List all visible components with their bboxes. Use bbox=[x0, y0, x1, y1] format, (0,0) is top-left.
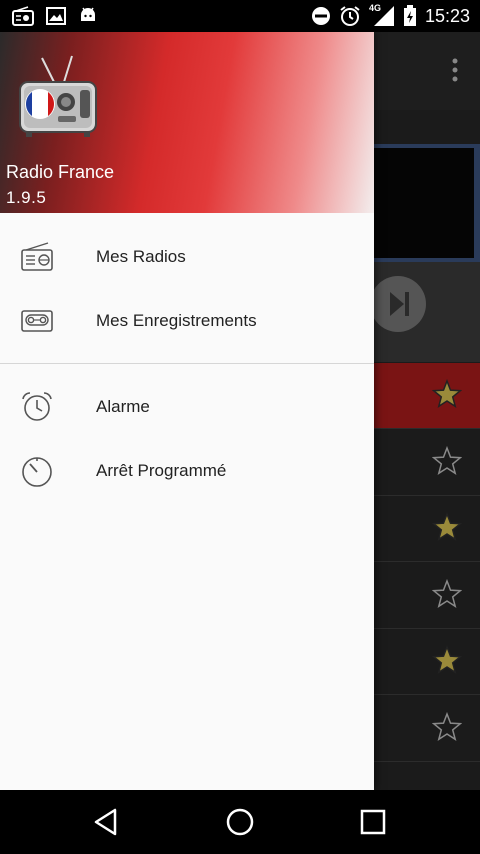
background-toolbar bbox=[374, 32, 480, 110]
star-outline-icon[interactable] bbox=[432, 711, 462, 742]
battery-charging-icon bbox=[403, 5, 416, 26]
menu-label: Alarme bbox=[96, 397, 150, 416]
overflow-menu-icon[interactable] bbox=[452, 58, 458, 82]
star-filled-icon[interactable] bbox=[432, 379, 462, 409]
station-banner bbox=[374, 144, 480, 262]
timer-icon bbox=[22, 457, 52, 487]
star-outline-icon[interactable] bbox=[432, 445, 462, 476]
drawer-header: Radio France 1.9.5 bbox=[0, 32, 374, 213]
radio-icon bbox=[12, 6, 34, 26]
menu-item-alarme[interactable]: Alarme bbox=[0, 375, 374, 439]
home-icon[interactable] bbox=[224, 806, 256, 838]
cassette-icon bbox=[21, 310, 53, 332]
alarm-clock-icon bbox=[22, 392, 52, 421]
back-icon[interactable] bbox=[91, 806, 123, 838]
menu-label: Arrêt Programmé bbox=[96, 461, 227, 480]
play-next-icon bbox=[390, 292, 409, 316]
network-type-label: 4G bbox=[368, 3, 381, 13]
alarm-icon bbox=[340, 6, 360, 26]
menu-item-mes-radios[interactable]: Mes Radios bbox=[0, 225, 374, 289]
star-filled-icon[interactable] bbox=[432, 645, 462, 675]
star-outline-icon[interactable] bbox=[432, 578, 462, 609]
station-row[interactable] bbox=[374, 363, 480, 429]
notification-icons bbox=[12, 6, 98, 26]
status-bar: 4G 15:23 bbox=[0, 0, 480, 32]
menu-label: Mes Radios bbox=[96, 247, 186, 266]
play-pause-button[interactable] bbox=[374, 276, 426, 332]
app-version: 1.9.5 bbox=[6, 188, 47, 207]
navigation-drawer: Radio France 1.9.5 Mes Radios Mes Enregi… bbox=[0, 32, 374, 790]
station-row[interactable] bbox=[374, 629, 480, 695]
menu-label: Mes Enregistrements bbox=[96, 311, 257, 330]
clock: 15:23 bbox=[424, 5, 470, 26]
station-row[interactable] bbox=[374, 430, 480, 496]
menu-item-mes-enregistrements[interactable]: Mes Enregistrements bbox=[0, 289, 374, 353]
recents-icon[interactable] bbox=[357, 806, 389, 838]
player-area bbox=[374, 262, 480, 362]
app-name: Radio France bbox=[6, 162, 115, 182]
star-filled-icon[interactable] bbox=[432, 512, 462, 542]
system-navigation-bar bbox=[0, 790, 480, 854]
station-row[interactable] bbox=[374, 496, 480, 562]
background-app bbox=[374, 32, 480, 790]
image-icon bbox=[46, 7, 66, 25]
station-row[interactable] bbox=[374, 696, 480, 762]
signal-icon: 4G bbox=[368, 3, 395, 27]
app-logo-icon bbox=[19, 55, 97, 137]
system-icons: 4G 15:23 bbox=[311, 3, 470, 27]
android-icon bbox=[81, 7, 95, 21]
station-row[interactable] bbox=[374, 563, 480, 629]
menu-item-arret-programme[interactable]: Arrêt Programmé bbox=[0, 439, 374, 503]
menu-divider bbox=[0, 363, 374, 364]
do-not-disturb-icon bbox=[311, 7, 330, 25]
radio-icon bbox=[21, 242, 53, 271]
